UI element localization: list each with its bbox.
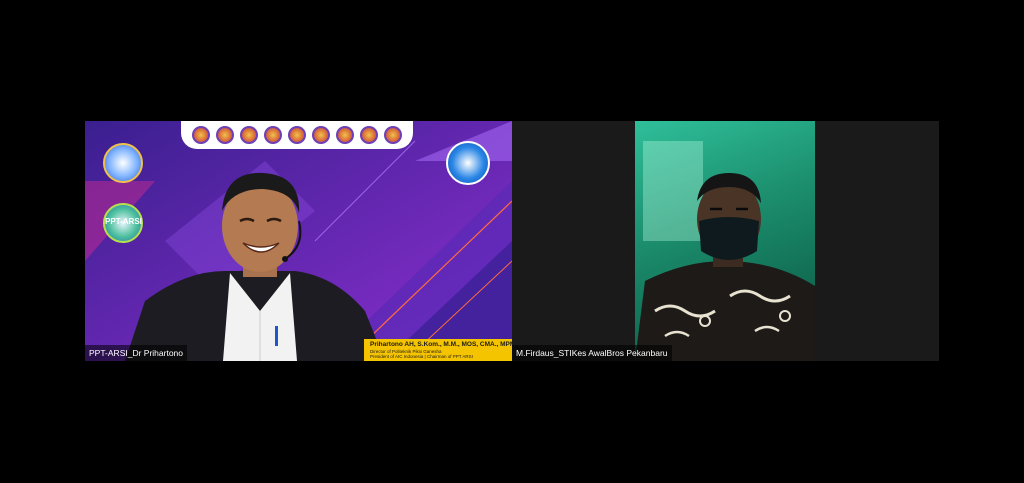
video-tile-firdaus[interactable]: M.Firdaus_STIKes AwalBros Pekanbaru — [512, 121, 939, 361]
partner-seal-icon — [240, 126, 258, 144]
banner-speaker-roles: President of AIC Indonesia | Chairman of… — [370, 354, 473, 359]
speaker-name-banner: Prihartono AH, S.Kom., M.M., MOS, CMA., … — [364, 339, 512, 361]
partner-seal-icon — [312, 126, 330, 144]
tut-wuri-handayani-emblem-icon — [446, 141, 490, 185]
partner-seal-icon — [192, 126, 210, 144]
banner-speaker-name: Prihartono AH, S.Kom., M.M., MOS, CMA., … — [370, 341, 512, 348]
partner-seal-icon — [288, 126, 306, 144]
participant-video-feed — [635, 121, 815, 361]
participant-name-label: M.Firdaus_STIKes AwalBros Pekanbaru — [512, 345, 672, 361]
partner-logo-bar — [181, 121, 413, 149]
video-tile-prihartono[interactable]: PPT-ARSI Prihartono AH, S.Kom., M.M., MO… — [85, 121, 512, 361]
partner-seal-icon — [336, 126, 354, 144]
partner-seal-icon — [384, 126, 402, 144]
partner-seal-icon — [216, 126, 234, 144]
participant-video-person — [125, 172, 385, 361]
participant-video-person — [635, 173, 815, 361]
participant-name-label: PPT-ARSI_Dr Prihartono — [85, 345, 188, 361]
partner-seal-icon — [264, 126, 282, 144]
partner-seal-icon — [360, 126, 378, 144]
